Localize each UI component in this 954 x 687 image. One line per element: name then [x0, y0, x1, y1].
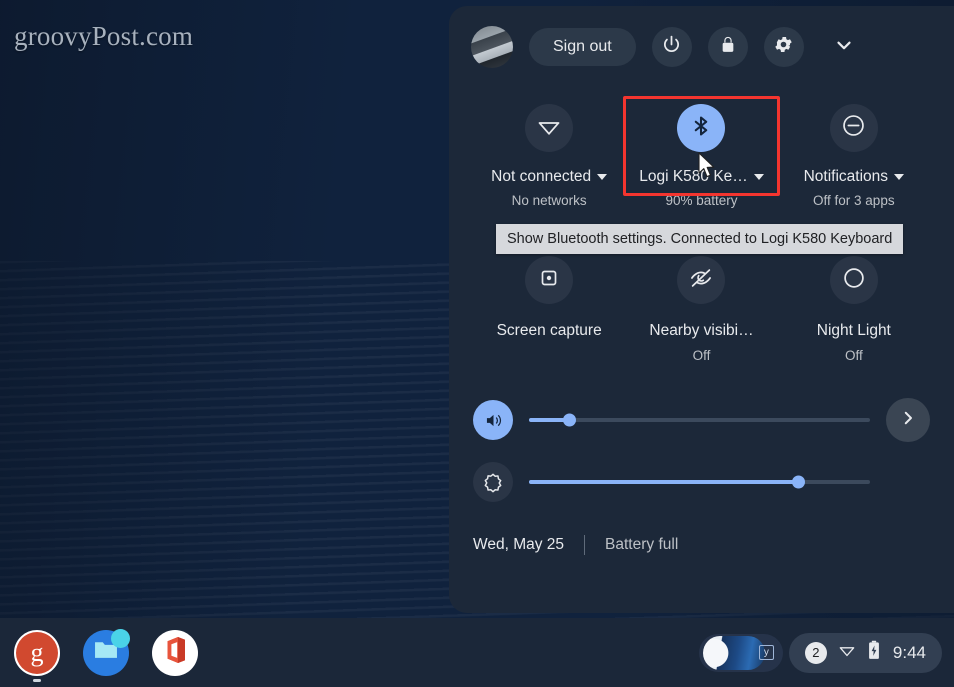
tile-nearby-visibility-sublabel: Off: [692, 348, 711, 363]
eye-off-icon: [688, 265, 714, 296]
brightness-icon[interactable]: [473, 462, 513, 502]
power-icon: [661, 34, 682, 60]
quick-settings-footer: Wed, May 25 Battery full: [449, 513, 954, 555]
tile-night-light-sublabel: Off: [844, 348, 863, 363]
tile-screen-capture-label: Screen capture: [496, 322, 602, 339]
tile-screen-capture-icon-circle: [525, 256, 574, 304]
collapse-button[interactable]: [824, 27, 864, 67]
shelf-status-area: y 2 9:44: [698, 632, 942, 673]
tile-notifications-label: Notifications: [803, 168, 889, 185]
tile-night-light[interactable]: Night Light Off: [778, 242, 930, 363]
running-indicator: [33, 678, 41, 682]
tile-bluetooth-label: Logi K580 Ke…: [639, 168, 748, 185]
shelf: g y 2 9:44: [0, 618, 954, 687]
screen-capture-icon: [537, 266, 561, 295]
chevron-right-icon: [899, 409, 917, 432]
files-badge: [111, 628, 130, 648]
tile-night-light-icon-circle: [829, 256, 878, 304]
wifi-off-icon: [536, 113, 562, 144]
tile-notifications-icon-circle: [829, 104, 878, 152]
window-badge: y: [758, 644, 774, 660]
tile-screen-capture[interactable]: Screen capture: [473, 242, 625, 363]
shelf-app-list: g: [14, 628, 198, 682]
avatar[interactable]: [471, 26, 513, 68]
quick-settings-panel: Sign out Not connected No networks Logi …: [449, 6, 954, 613]
tile-bluetooth[interactable]: Logi K580 Ke… 90% battery: [625, 90, 777, 208]
tile-network-icon-circle: [525, 104, 574, 152]
tile-bluetooth-sublabel: 90% battery: [665, 193, 738, 208]
power-button[interactable]: [651, 27, 692, 67]
tile-bluetooth-icon-circle: [677, 104, 726, 152]
notification-count-badge: 2: [804, 641, 827, 664]
office-icon: [159, 634, 191, 671]
window-thumbnail: [702, 635, 765, 670]
shelf-item-groovypost[interactable]: g: [14, 629, 60, 682]
footer-divider: [584, 535, 586, 555]
chevron-down-icon[interactable]: [597, 174, 608, 180]
lock-icon: [718, 35, 738, 60]
tile-network[interactable]: Not connected No networks: [473, 90, 625, 208]
settings-button[interactable]: [763, 27, 804, 67]
brightness-slider-knob[interactable]: [791, 475, 805, 489]
lock-button[interactable]: [707, 27, 748, 67]
volume-icon[interactable]: [473, 400, 513, 440]
quick-settings-tiles-row-1: Not connected No networks Logi K580 Ke… …: [449, 68, 954, 208]
chevron-down-icon[interactable]: [753, 174, 764, 180]
watermark: groovyPost.com: [14, 21, 194, 51]
volume-slider-knob[interactable]: [563, 413, 577, 427]
tile-notifications-sublabel: Off for 3 apps: [813, 193, 895, 208]
battery-icon: [867, 640, 881, 665]
volume-slider-row: [473, 389, 930, 451]
clock-label: 9:44: [892, 642, 926, 662]
tile-notifications[interactable]: Notifications Off for 3 apps: [778, 90, 930, 208]
volume-slider-track[interactable]: [529, 413, 870, 427]
tile-nearby-visibility[interactable]: Nearby visibi… Off: [625, 242, 777, 363]
tile-notifications-label-row: Notifications: [803, 168, 905, 186]
tile-bluetooth-label-row: Logi K580 Ke…: [639, 168, 764, 186]
brightness-slider-fill: [529, 480, 799, 484]
volume-expand-button[interactable]: [886, 398, 930, 442]
groovypost-icon: g: [16, 631, 58, 674]
quick-settings-header: Sign out: [449, 6, 954, 68]
bluetooth-icon: [688, 113, 714, 144]
tile-network-sublabel: No networks: [511, 193, 587, 208]
tile-network-label: Not connected: [491, 168, 592, 185]
do-not-disturb-icon: [840, 112, 867, 144]
brightness-slider-track[interactable]: [529, 475, 870, 489]
sign-out-button[interactable]: Sign out: [529, 28, 636, 66]
wifi-icon: [837, 640, 857, 665]
gear-icon: [773, 34, 794, 60]
shelf-item-files[interactable]: [83, 628, 130, 676]
status-tray[interactable]: 2 9:44: [788, 632, 942, 673]
tile-night-light-label: Night Light: [816, 322, 891, 339]
brightness-slider-row: [473, 451, 930, 513]
tile-nearby-visibility-icon-circle: [677, 256, 726, 304]
battery-status-label[interactable]: Battery full: [605, 536, 678, 554]
sliders-section: [449, 363, 954, 513]
chevron-down-icon[interactable]: [894, 174, 905, 180]
shelf-item-office[interactable]: [152, 629, 198, 676]
bluetooth-tooltip: Show Bluetooth settings. Connected to Lo…: [496, 224, 904, 254]
chevron-down-icon: [833, 34, 855, 61]
window-preview[interactable]: y: [698, 633, 783, 672]
date-label[interactable]: Wed, May 25: [473, 536, 564, 554]
tile-network-label-row: Not connected: [491, 168, 608, 186]
tile-nearby-visibility-label: Nearby visibi…: [649, 322, 754, 339]
moon-icon: [841, 265, 867, 296]
